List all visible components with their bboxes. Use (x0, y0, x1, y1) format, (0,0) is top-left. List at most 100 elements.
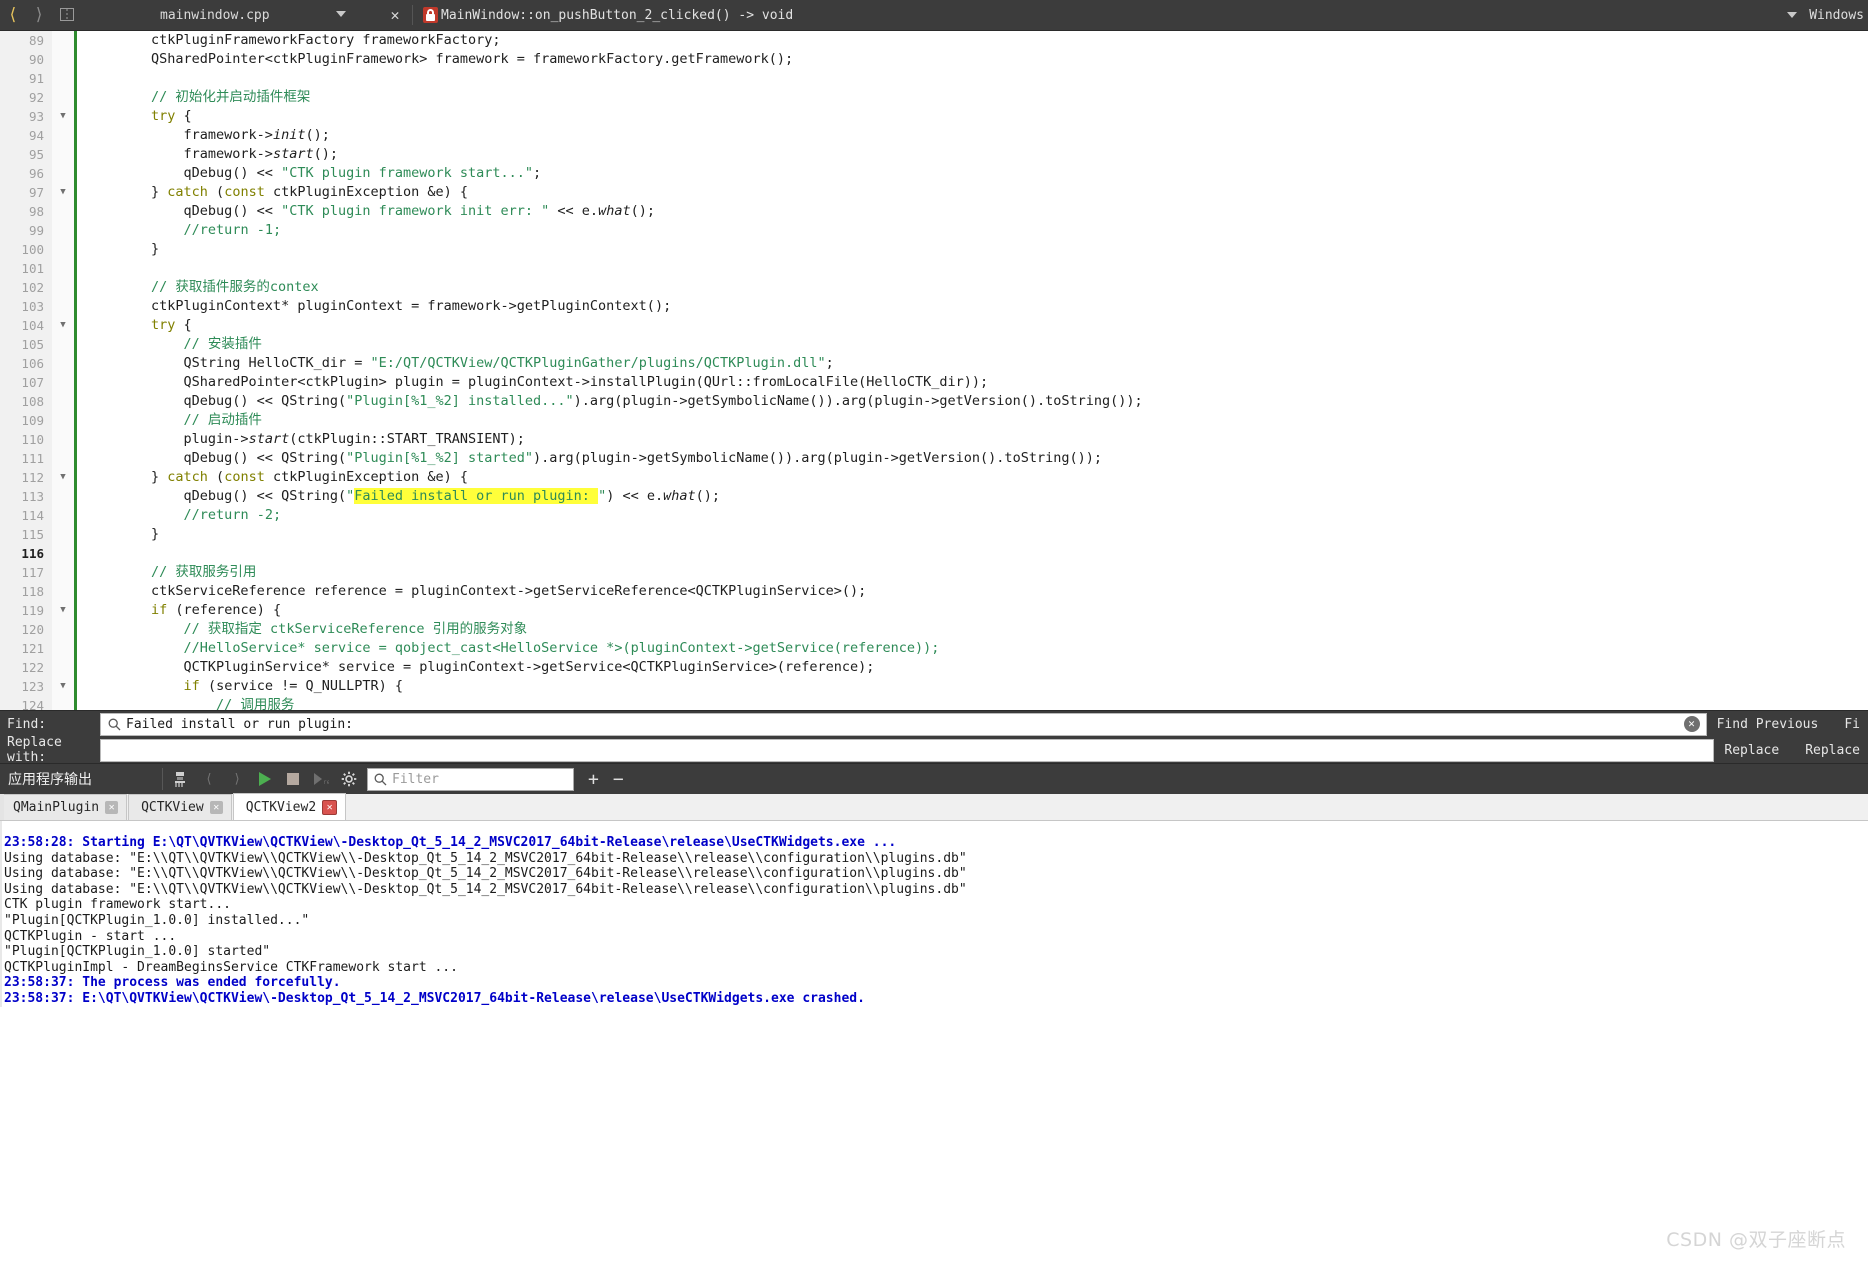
fold-marker[interactable]: ▼ (56, 601, 70, 620)
rerun-icon[interactable]: re (307, 764, 335, 794)
line-ending-combo[interactable]: Windows (1783, 8, 1868, 23)
code-editor[interactable]: 89 ctkPluginFrameworkFactory frameworkFa… (0, 31, 1868, 710)
find-input[interactable]: Failed install or run plugin: ✕ (100, 712, 1707, 736)
next-item-icon[interactable]: ⟩ (223, 764, 251, 794)
code-line[interactable]: 121 //HelloService* service = qobject_ca… (0, 639, 1868, 658)
application-output-console[interactable]: 23:58:28: Starting E:\QT\QVTKView\QCTKVi… (0, 821, 1868, 1007)
code-text: QSharedPointer<ctkPlugin> plugin = plugi… (86, 374, 989, 390)
output-tab-qctkview[interactable]: QCTKView ✕ (128, 794, 232, 820)
fold-marker[interactable]: ▼ (56, 316, 70, 335)
code-line[interactable]: 93 ▼ try { (0, 107, 1868, 126)
code-line[interactable]: 105 // 安装插件 (0, 335, 1868, 354)
fold-marker[interactable]: ▼ (56, 677, 70, 696)
code-line[interactable]: 112 ▼ } catch (const ctkPluginException &… (0, 468, 1868, 487)
prev-item-icon[interactable]: ⟨ (195, 764, 223, 794)
find-next-button[interactable]: Fi (1844, 717, 1860, 732)
find-replace-bar: Find: Failed install or run plugin: ✕ Fi… (0, 710, 1868, 765)
code-line[interactable]: 115 } (0, 525, 1868, 544)
code-line[interactable]: 96 qDebug() << "CTK plugin framework sta… (0, 164, 1868, 183)
find-value: Failed install or run plugin: (126, 716, 353, 732)
code-line[interactable]: 95 framework->start(); (0, 145, 1868, 164)
code-line[interactable]: 117 // 获取服务引用 (0, 563, 1868, 582)
output-tab-strip: QMainPlugin ✕ QCTKView ✕ QCTKView2 ✕ (0, 793, 1868, 821)
chevron-down-icon[interactable] (336, 11, 346, 17)
code-line[interactable]: 114 //return -2; (0, 506, 1868, 525)
code-line[interactable]: 124 // 调用服务 (0, 696, 1868, 710)
console-line: Using database: "E:\\QT\\QVTKView\\QCTKV… (4, 850, 967, 866)
line-number: 117 (21, 565, 44, 580)
code-line[interactable]: 119 ▼ if (reference) { (0, 601, 1868, 620)
console-line: QCTKPlugin - start ... (4, 928, 177, 944)
close-file-button[interactable]: ✕ (382, 0, 408, 30)
fold-marker[interactable]: ▼ (56, 468, 70, 487)
code-text: //return -1; (183, 222, 282, 238)
close-icon[interactable]: ✕ (105, 801, 119, 814)
close-icon[interactable]: ✕ (322, 799, 338, 815)
code-line[interactable]: 99 //return -1; (0, 221, 1868, 240)
output-pane-title: 应用程序输出 (8, 772, 92, 788)
settings-gear-icon[interactable] (335, 764, 363, 794)
line-number: 91 (28, 71, 44, 86)
code-line[interactable]: 123 ▼ if (service != Q_NULLPTR) { (0, 677, 1868, 696)
code-line[interactable]: 97 ▼ } catch (const ctkPluginException &e… (0, 183, 1868, 202)
line-number: 95 (28, 147, 44, 162)
code-line[interactable]: 111 qDebug() << QString("Plugin[%1_%2] s… (0, 449, 1868, 468)
output-tab-qmainplugin[interactable]: QMainPlugin ✕ (0, 794, 128, 820)
run-icon[interactable] (251, 764, 279, 794)
fold-marker[interactable]: ▼ (56, 107, 70, 126)
code-line[interactable]: 113 qDebug() << QString("Failed install … (0, 487, 1868, 506)
find-previous-button[interactable]: Find Previous (1717, 717, 1819, 732)
code-text: plugin->start(ctkPlugin::START_TRANSIENT… (86, 431, 525, 447)
code-line[interactable]: 108 qDebug() << QString("Plugin[%1_%2] i… (0, 392, 1868, 411)
zoom-out-button[interactable]: − (613, 769, 624, 790)
line-number: 107 (21, 375, 44, 390)
code-line[interactable]: 104 ▼ try { (0, 316, 1868, 335)
chevron-down-icon-2[interactable] (1787, 12, 1798, 18)
zoom-in-button[interactable]: + (588, 769, 599, 790)
line-number: 102 (21, 280, 44, 295)
split-editor-icon[interactable] (52, 0, 82, 30)
code-line[interactable]: 89 ctkPluginFrameworkFactory frameworkFa… (0, 31, 1868, 50)
output-header-divider (162, 768, 163, 790)
code-text: try { (151, 108, 192, 124)
line-number: 101 (21, 261, 44, 276)
code-line[interactable]: 102 // 获取插件服务的contex (0, 278, 1868, 297)
code-line[interactable]: 101 (0, 259, 1868, 278)
filter-input[interactable]: Filter (367, 767, 574, 791)
replace-input[interactable] (100, 738, 1715, 762)
code-line[interactable]: 90 QSharedPointer<ctkPluginFramework> fr… (0, 50, 1868, 69)
line-number: 108 (21, 394, 44, 409)
output-tab-qctkview2[interactable]: QCTKView2 ✕ (232, 793, 347, 820)
go-back-icon[interactable]: ⟨ (0, 0, 26, 30)
open-file-name: mainwindow.cpp (160, 7, 270, 23)
code-line[interactable]: 109 // 启动插件 (0, 411, 1868, 430)
replace-button[interactable]: Replace (1724, 743, 1779, 758)
code-line[interactable]: 92 // 初始化并启动插件框架 (0, 88, 1868, 107)
clean-pane-icon[interactable] (167, 764, 195, 794)
fold-marker[interactable]: ▼ (56, 183, 70, 202)
code-line[interactable]: 103 ctkPluginContext* pluginContext = fr… (0, 297, 1868, 316)
go-forward-icon[interactable]: ⟩ (26, 0, 52, 30)
code-line[interactable]: 110 plugin->start(ctkPlugin::START_TRANS… (0, 430, 1868, 449)
code-line[interactable]: 98 qDebug() << "CTK plugin framework ini… (0, 202, 1868, 221)
code-line[interactable]: 122 QCTKPluginService* service = pluginC… (0, 658, 1868, 677)
line-number: 94 (28, 128, 44, 143)
code-line[interactable]: 106 QString HelloCTK_dir = "E:/QT/QCTKVi… (0, 354, 1868, 373)
symbol-combo[interactable]: MainWindow::on_pushButton_2_clicked() ->… (417, 0, 793, 30)
code-text: framework->init(); (86, 127, 330, 143)
replace-all-button[interactable]: Replace (1805, 743, 1860, 758)
code-line[interactable]: 120 // 获取指定 ctkServiceReference 引用的服务对象 (0, 620, 1868, 639)
code-line[interactable]: 107 QSharedPointer<ctkPlugin> plugin = p… (0, 373, 1868, 392)
stop-icon[interactable] (279, 764, 307, 794)
line-number: 89 (28, 33, 44, 48)
line-number: 106 (21, 356, 44, 371)
code-line[interactable]: 100 } (0, 240, 1868, 259)
code-line[interactable]: 116 (0, 544, 1868, 563)
open-file-combo[interactable]: mainwindow.cpp (82, 0, 382, 30)
code-line[interactable]: 91 (0, 69, 1868, 88)
clear-search-icon[interactable]: ✕ (1683, 715, 1700, 732)
close-icon[interactable]: ✕ (209, 801, 223, 814)
code-line[interactable]: 118 ctkServiceReference reference = plug… (0, 582, 1868, 601)
console-line: "Plugin[QCTKPlugin_1.0.0] installed..." (4, 912, 310, 928)
code-line[interactable]: 94 framework->init(); (0, 126, 1868, 145)
